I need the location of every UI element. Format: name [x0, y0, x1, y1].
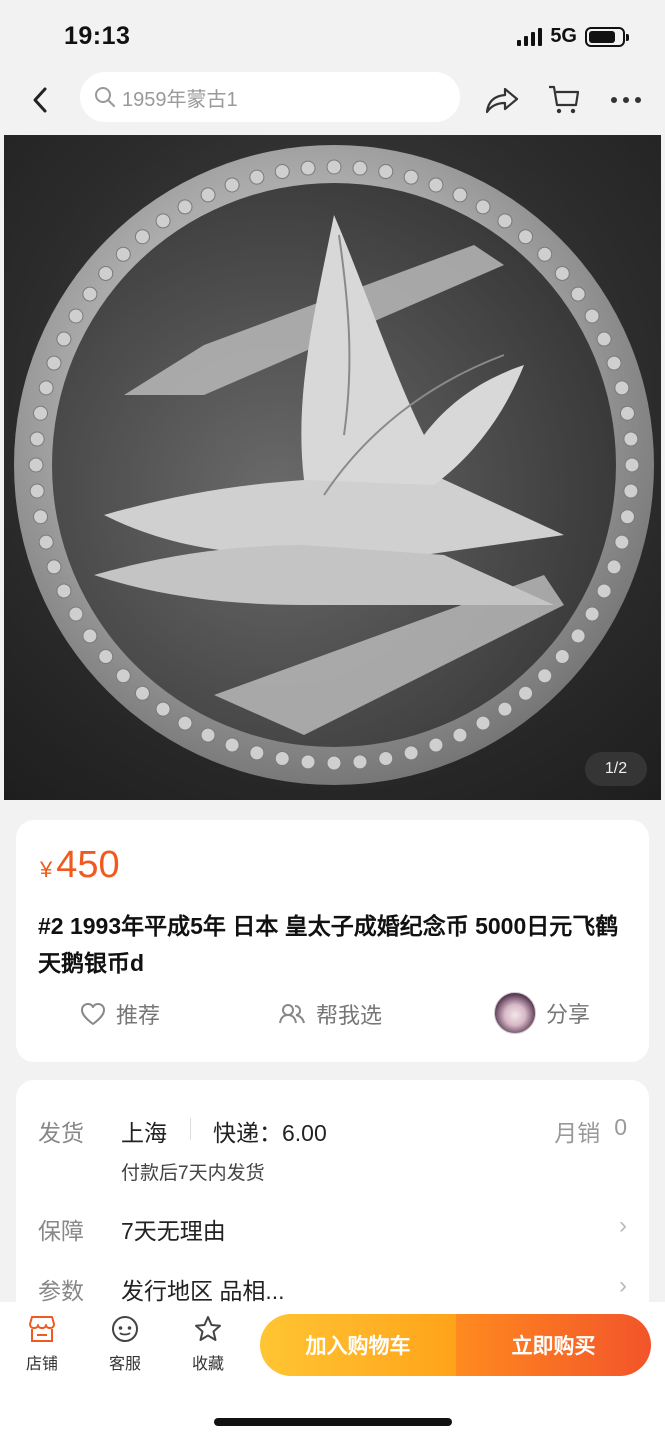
details-card: 发货 上海 快递：6.00 月销 0 付款后7天内发货 保障 7天无理由 › 参… — [16, 1080, 649, 1340]
cart-button[interactable] — [544, 80, 584, 120]
params-label: 参数 — [38, 1278, 84, 1304]
add-to-cart-button[interactable]: 加入购物车 — [260, 1314, 456, 1376]
back-button[interactable] — [22, 82, 58, 118]
share-icon — [485, 87, 519, 114]
status-time: 19:13 — [64, 22, 131, 50]
chevron-right-icon: › — [619, 1272, 627, 1299]
product-title: #2 1993年平成5年 日本 皇太子成婚纪念币 5000日元飞鹤天鹅银币d — [38, 913, 619, 976]
search-input[interactable]: 1959年蒙古1 — [80, 72, 460, 122]
shipping-express: 快递：6.00 — [213, 1120, 327, 1146]
battery-icon — [585, 26, 629, 47]
shipping-note: 付款后7天内发货 — [121, 1163, 265, 1184]
cart-icon — [549, 85, 580, 114]
home-indicator[interactable] — [214, 1418, 452, 1426]
back-icon — [33, 87, 47, 113]
heart-icon — [81, 1003, 105, 1025]
search-icon — [95, 87, 115, 107]
product-image[interactable]: 1/2 — [4, 135, 661, 800]
star-icon — [195, 1316, 221, 1341]
price: ¥ 450 — [40, 844, 120, 887]
recommend-label: 推荐 — [116, 1003, 161, 1028]
coin-image — [14, 145, 654, 785]
share-action[interactable]: 分享 — [494, 992, 590, 1034]
more-icon — [611, 97, 641, 103]
currency-symbol: ¥ — [40, 857, 53, 882]
chat-icon — [112, 1316, 138, 1342]
shop-label: 店铺 — [25, 1356, 58, 1373]
guarantee-label: 保障 — [38, 1218, 84, 1244]
nav-bar: 1959年蒙古1 — [0, 70, 665, 132]
help-choose-label: 帮我选 — [316, 1003, 383, 1028]
status-bar: 19:13 5G — [0, 0, 665, 70]
avatar — [494, 992, 536, 1034]
shop-icon — [29, 1316, 55, 1342]
shipping-label: 发货 — [38, 1120, 84, 1146]
action-row: 推荐 帮我选 分享 — [16, 992, 649, 1044]
shipping-origin: 上海 — [121, 1120, 167, 1146]
guarantee-value: 7天无理由 — [121, 1218, 226, 1244]
signal-icon — [517, 27, 543, 46]
divider — [190, 1118, 191, 1140]
status-indicators: 5G — [517, 25, 629, 48]
recommend-button[interactable]: 推荐 — [80, 998, 160, 1030]
sales-value: 0 — [614, 1114, 627, 1140]
shop-tab[interactable]: 店铺 — [12, 1314, 72, 1374]
favorite-tab[interactable]: 收藏 — [178, 1314, 238, 1374]
price-value: 450 — [56, 844, 120, 886]
params-value: 发行地区 品相... — [121, 1278, 285, 1304]
search-query: 1959年蒙古1 — [122, 88, 238, 111]
buy-now-button[interactable]: 立即购买 — [456, 1314, 651, 1376]
image-counter: 1/2 — [585, 752, 647, 786]
price-card: ¥ 450 #2 1993年平成5年 日本 皇太子成婚纪念币 5000日元飞鹤天… — [16, 820, 649, 1062]
service-label: 客服 — [108, 1356, 141, 1373]
more-button[interactable] — [606, 80, 646, 120]
favorite-label: 收藏 — [191, 1356, 224, 1373]
monthly-sales: 月销 0 — [554, 1114, 627, 1148]
people-icon — [279, 1004, 305, 1024]
help-choose-button[interactable]: 帮我选 — [278, 998, 382, 1030]
share-button[interactable] — [482, 80, 522, 120]
chevron-right-icon: › — [619, 1212, 627, 1239]
service-tab[interactable]: 客服 — [95, 1314, 155, 1374]
sales-label: 月销 — [554, 1120, 601, 1146]
network-label: 5G — [550, 25, 577, 47]
share-label: 分享 — [546, 1002, 591, 1027]
